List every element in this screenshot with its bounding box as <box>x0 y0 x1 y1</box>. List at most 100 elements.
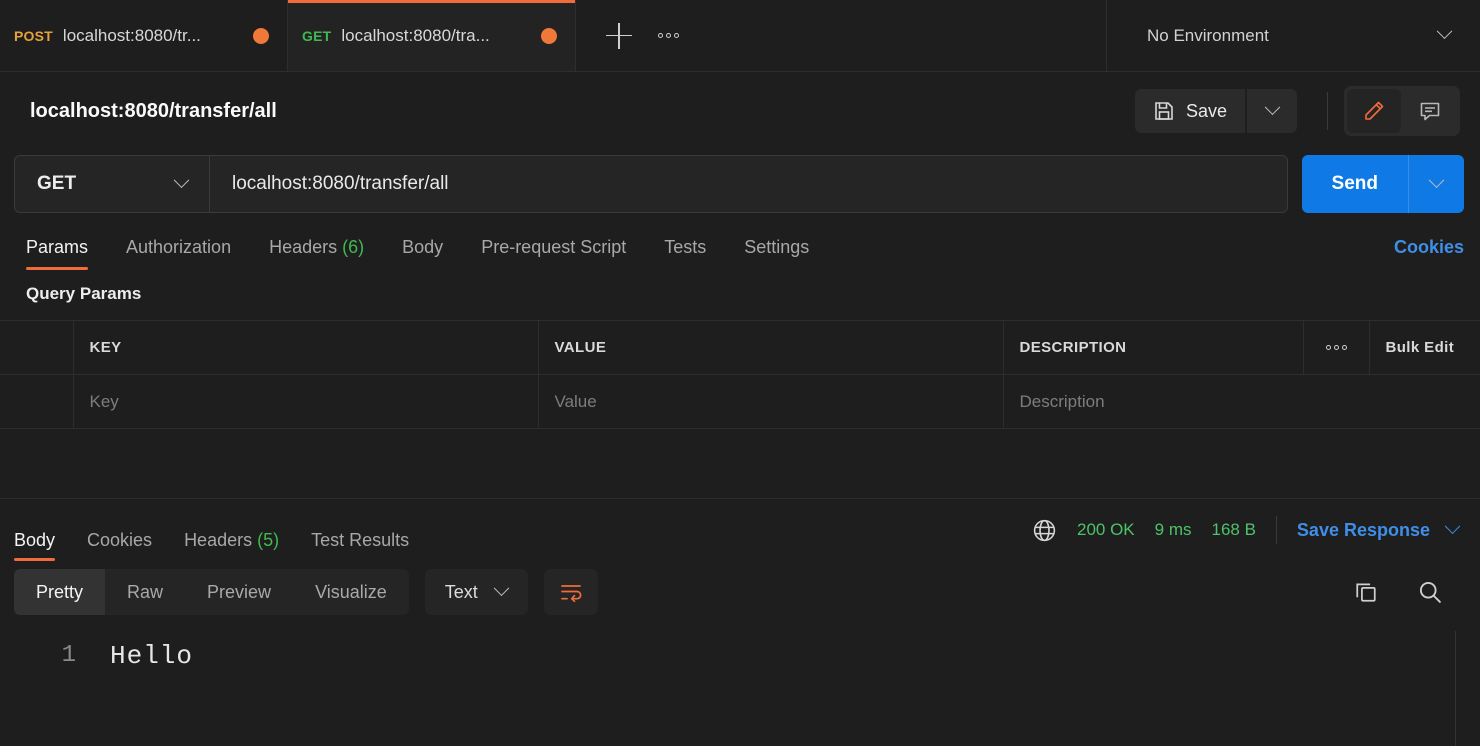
tab-tests[interactable]: Tests <box>664 237 706 270</box>
meta-divider <box>1275 516 1277 544</box>
tab-count: (5) <box>257 530 280 550</box>
response-status: 200 OK <box>1076 520 1135 539</box>
tab-settings[interactable]: Settings <box>744 237 809 270</box>
response-body-text[interactable]: Hello <box>92 623 1480 746</box>
viewer-right-divider <box>1455 631 1456 746</box>
view-mode-visualize[interactable]: Visualize <box>293 569 409 615</box>
http-method-select[interactable]: GET <box>15 156 210 212</box>
url-bar: GET <box>14 155 1288 213</box>
http-method-label: GET <box>37 173 77 194</box>
save-button[interactable]: Save <box>1134 89 1245 133</box>
copy-response-button[interactable] <box>1352 578 1380 606</box>
tab-label: Settings <box>744 237 810 257</box>
param-value-input[interactable]: Value <box>538 374 1004 429</box>
tab-params[interactable]: Params <box>26 237 89 270</box>
ellipsis-icon <box>658 33 679 38</box>
line-number: 1 <box>61 642 76 669</box>
postman-window: POST localhost:8080/tr... GET localhost:… <box>0 0 1480 746</box>
environment-selected-label: No Environment <box>1147 25 1269 45</box>
environment-selector[interactable]: No Environment <box>1107 0 1480 71</box>
line-number-gutter: 1 <box>0 623 92 746</box>
request-tab-method: GET <box>302 27 332 44</box>
chevron-down-icon <box>1262 98 1282 121</box>
viewer-right-actions <box>1352 578 1462 606</box>
unsaved-changes-dot <box>253 27 269 44</box>
tab-authorization[interactable]: Authorization <box>126 237 231 270</box>
tab-headers[interactable]: Headers (6) <box>269 237 364 270</box>
response-tab-body[interactable]: Body <box>14 530 56 561</box>
response-format-label: Text <box>444 581 478 602</box>
send-options-button[interactable] <box>1408 155 1464 213</box>
tab-label: Body <box>14 530 56 550</box>
chevron-down-icon <box>1427 171 1447 194</box>
save-button-group: Save <box>1134 89 1297 133</box>
select-all-column <box>0 320 74 375</box>
request-section-tabs: Params Authorization Headers (6) Body Pr… <box>0 218 1480 270</box>
send-button[interactable]: Send <box>1301 155 1408 213</box>
floppy-disk-icon <box>1155 102 1173 120</box>
bulk-edit-button[interactable]: Bulk Edit <box>1369 320 1480 375</box>
response-size: 168 B <box>1211 520 1256 539</box>
save-options-button[interactable] <box>1247 89 1297 133</box>
new-tab-button[interactable] <box>606 22 632 49</box>
request-tab-name: localhost:8080/tr... <box>62 25 201 45</box>
search-response-button[interactable] <box>1416 578 1444 606</box>
save-response-button[interactable]: Save Response <box>1297 517 1462 541</box>
request-tab-bar: POST localhost:8080/tr... GET localhost:… <box>0 0 1480 72</box>
params-more-options-button[interactable] <box>1303 320 1370 375</box>
tab-label: Body <box>402 237 444 257</box>
tab-label: Tests <box>664 237 707 257</box>
toolbar-divider <box>1327 92 1328 130</box>
param-key-input[interactable]: Key <box>73 374 539 429</box>
word-wrap-button[interactable] <box>543 569 598 615</box>
tab-label: Test Results <box>311 530 410 550</box>
code-line: Hello <box>110 641 194 671</box>
response-viewer-toolbar: Pretty Raw Preview Visualize Text <box>0 561 1480 623</box>
response-body-viewer[interactable]: 1 Hello <box>0 623 1480 746</box>
tab-bar-actions <box>576 0 1107 71</box>
response-meta: 200 OK 9 ms 168 B Save Response <box>1032 516 1462 544</box>
query-params-table: KEY VALUE DESCRIPTION Bulk Edit Key Valu… <box>0 320 1480 429</box>
column-header-key: KEY <box>73 320 539 375</box>
column-header-value: VALUE <box>538 320 1004 375</box>
send-button-group: Send <box>1301 155 1464 213</box>
request-tab-post[interactable]: POST localhost:8080/tr... <box>0 0 288 71</box>
cookies-link[interactable]: Cookies <box>1394 237 1464 270</box>
plus-icon <box>606 22 632 49</box>
request-header-row: localhost:8080/transfer/all Save <box>0 72 1480 150</box>
query-params-title: Query Params <box>26 284 142 303</box>
save-button-label: Save <box>1185 100 1227 121</box>
table-header-row: KEY VALUE DESCRIPTION Bulk Edit <box>0 320 1480 375</box>
response-tab-test-results[interactable]: Test Results <box>311 530 409 561</box>
response-tab-headers[interactable]: Headers (5) <box>184 530 279 561</box>
request-tab-get[interactable]: GET localhost:8080/tra... <box>288 0 576 71</box>
response-tab-cookies[interactable]: Cookies <box>87 530 152 561</box>
response-view-mode-group: Pretty Raw Preview Visualize <box>14 569 409 615</box>
response-time: 9 ms <box>1154 520 1192 539</box>
view-mode-pretty[interactable]: Pretty <box>14 569 106 615</box>
view-mode-preview[interactable]: Preview <box>185 569 293 615</box>
request-tab-name: localhost:8080/tra... <box>341 25 490 45</box>
unsaved-changes-dot <box>541 27 557 44</box>
view-mode-raw[interactable]: Raw <box>105 569 185 615</box>
param-description-input[interactable]: Description <box>1003 374 1480 429</box>
comment-request-button[interactable] <box>1403 89 1457 133</box>
params-empty-area <box>0 429 1480 499</box>
request-tools-group <box>1344 86 1460 136</box>
tab-body[interactable]: Body <box>402 237 443 270</box>
response-header-row: Body Cookies Headers (5) Test Results 20… <box>0 499 1480 561</box>
tab-more-options-button[interactable] <box>658 33 679 38</box>
edit-request-button[interactable] <box>1347 89 1401 133</box>
chevron-down-icon <box>1434 23 1454 46</box>
column-header-description: DESCRIPTION <box>1003 320 1304 375</box>
tab-label: Pre-request Script <box>481 237 627 257</box>
globe-icon <box>1033 519 1056 541</box>
response-format-select[interactable]: Text <box>424 569 528 615</box>
tab-pre-request-script[interactable]: Pre-request Script <box>481 237 626 270</box>
tab-label: Params <box>26 237 89 257</box>
url-input[interactable] <box>210 156 1287 212</box>
word-wrap-icon <box>560 585 582 603</box>
table-row: Key Value Description <box>0 374 1480 429</box>
url-row: GET Send <box>0 150 1480 218</box>
row-checkbox-cell[interactable] <box>0 374 74 429</box>
